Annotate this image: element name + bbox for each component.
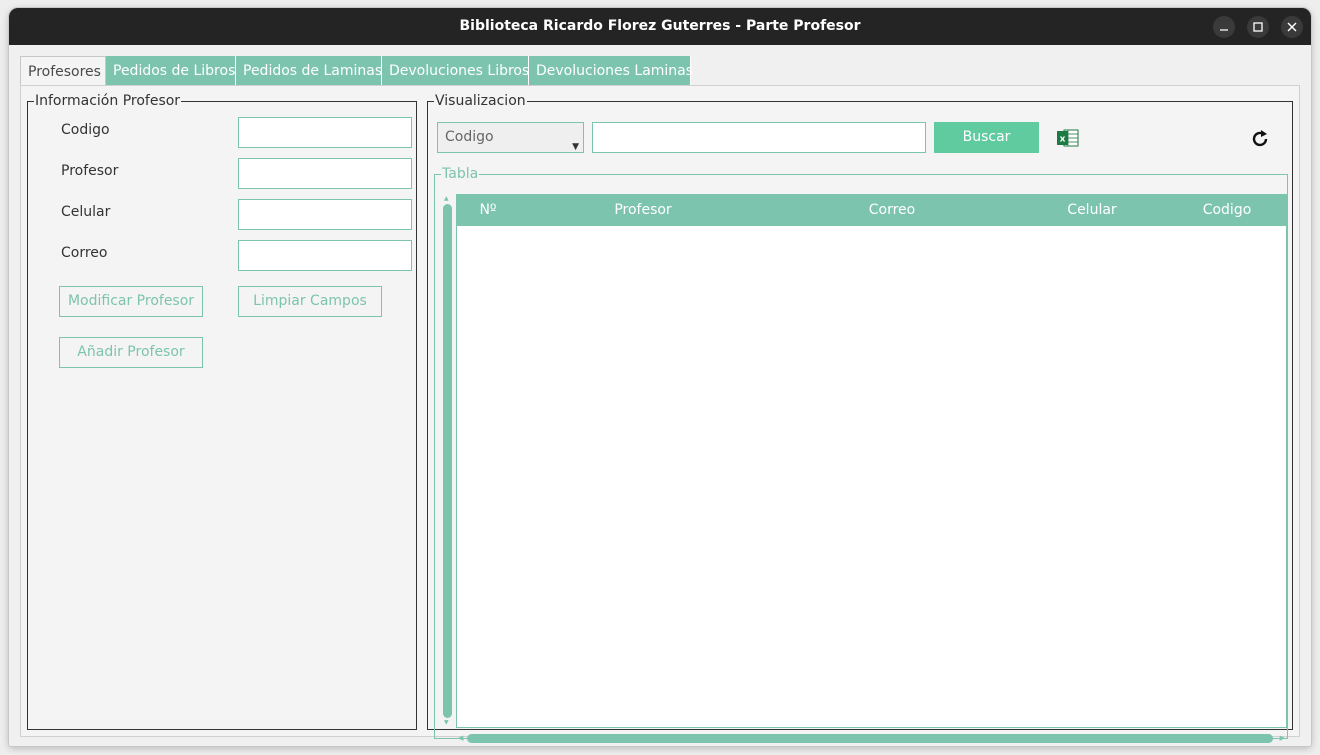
maximize-button[interactable] [1247,16,1269,38]
visualizacion-legend: Visualizacion [435,93,526,109]
limpiar-campos-button[interactable]: Limpiar Campos [238,286,382,317]
chevron-down-icon: ▼ [572,142,579,152]
horizontal-scrollbar[interactable]: ◀ ▶ [456,733,1287,744]
visualizacion-group: Visualizacion Codigo ▼ Buscar x Tabla ▲ … [427,93,1293,743]
tab-profesores[interactable]: Profesores [20,56,106,87]
vertical-scrollbar[interactable]: ▲ ▼ [442,196,453,726]
scroll-down-arrow-icon[interactable]: ▼ [444,720,449,726]
anadir-profesor-button[interactable]: Añadir Profesor [59,337,203,368]
info-profesor-group: Información Profesor Codigo Profesor Cel… [27,93,417,730]
codigo-label: Codigo [61,122,110,138]
column-header-numero[interactable]: Nº [457,195,519,226]
column-header-codigo[interactable]: Codigo [1167,195,1287,226]
column-header-celular[interactable]: Celular [1017,195,1167,226]
close-button[interactable] [1281,16,1303,38]
celular-field[interactable] [238,199,412,230]
horizontal-scroll-thumb[interactable] [467,734,1273,743]
excel-icon[interactable]: x [1057,128,1079,148]
minimize-button[interactable] [1213,16,1235,38]
table-header: Nº Profesor Correo Celular Codigo [457,195,1286,226]
profesores-table: Nº Profesor Correo Celular Codigo [456,194,1287,728]
scroll-left-arrow-icon[interactable]: ◀ [458,734,463,743]
vertical-scroll-thumb[interactable] [443,204,452,718]
scroll-up-arrow-icon[interactable]: ▲ [444,196,449,202]
tab-pedidos-libros[interactable]: Pedidos de Libros [106,56,236,86]
minimize-icon [1220,29,1228,31]
maximize-icon [1253,22,1263,32]
filter-select-value: Codigo [445,129,494,145]
tab-devoluciones-libros[interactable]: Devoluciones Libros [382,56,529,86]
main-content: Profesores Pedidos de Libros Pedidos de … [9,45,1311,746]
refresh-icon[interactable] [1249,128,1271,150]
svg-text:x: x [1060,135,1066,145]
codigo-field[interactable] [238,117,412,148]
tabla-group: Tabla ▲ ▼ Nº Profesor Correo Celular Cod… [434,166,1288,743]
profesor-label: Profesor [61,163,119,179]
tab-devoluciones-laminas[interactable]: Devoluciones Laminas [529,56,693,86]
close-icon [1287,22,1297,32]
modificar-profesor-button[interactable]: Modificar Profesor [59,286,203,317]
window-title: Biblioteca Ricardo Florez Guterres - Par… [459,18,861,34]
column-header-profesor[interactable]: Profesor [519,195,767,226]
profesor-field[interactable] [238,158,412,189]
title-bar[interactable]: Biblioteca Ricardo Florez Guterres - Par… [9,8,1311,45]
tab-pedidos-laminas[interactable]: Pedidos de Laminas [236,56,382,86]
filter-select[interactable]: Codigo ▼ [437,122,584,153]
column-header-correo[interactable]: Correo [767,195,1017,226]
celular-label: Celular [61,204,111,220]
info-profesor-legend: Información Profesor [35,93,181,109]
scroll-right-arrow-icon[interactable]: ▶ [1280,734,1285,743]
profesores-panel: Información Profesor Codigo Profesor Cel… [20,85,1300,743]
correo-label: Correo [61,245,108,261]
tabla-legend: Tabla [442,166,479,182]
buscar-button[interactable]: Buscar [934,122,1039,153]
search-input[interactable] [592,122,926,153]
correo-field[interactable] [238,240,412,271]
app-window: Biblioteca Ricardo Florez Guterres - Par… [9,8,1311,746]
